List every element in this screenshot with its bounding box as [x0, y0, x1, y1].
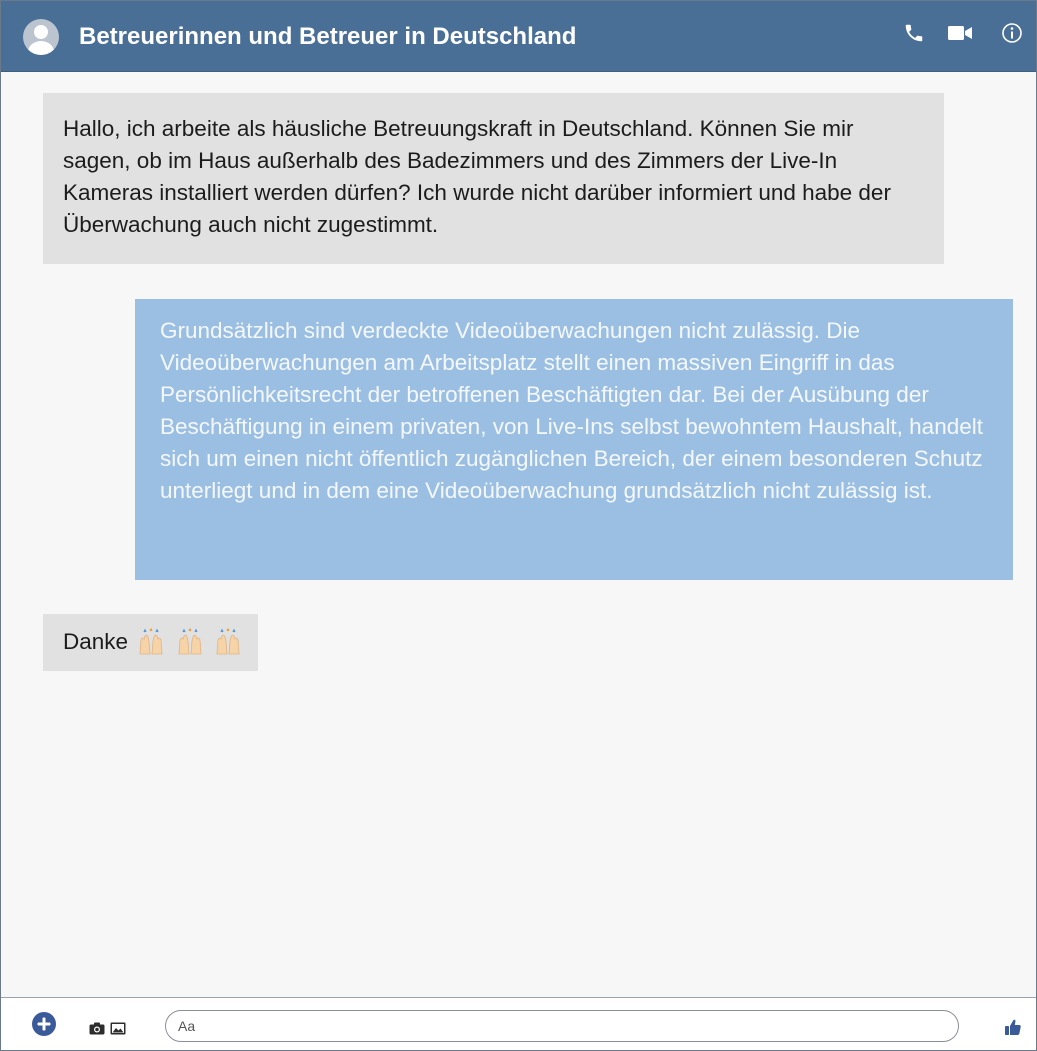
raising-hands-emoji: [178, 628, 202, 655]
plus-icon[interactable]: [31, 1011, 57, 1037]
message-bubble-outgoing: Grundsätzlich sind verdeckte Videoüberwa…: [135, 299, 1013, 580]
info-icon[interactable]: [1001, 22, 1023, 44]
avatar-icon[interactable]: [23, 19, 59, 55]
raising-hands-emoji: [216, 628, 240, 655]
gallery-icon[interactable]: [110, 1021, 126, 1035]
message-input[interactable]: [165, 1010, 959, 1042]
message-bubble-incoming: Hallo, ich arbeite als häusliche Betreuu…: [43, 93, 944, 264]
message-text: Danke: [63, 629, 129, 654]
raising-hands-emoji: [139, 628, 163, 655]
message-text: Hallo, ich arbeite als häusliche Betreuu…: [63, 116, 891, 237]
camera-icon[interactable]: [89, 1022, 105, 1035]
thumbs-up-icon[interactable]: [1004, 1018, 1022, 1036]
chat-window: Betreuerinnen und Betreuer in Deutschlan…: [0, 0, 1037, 1051]
phone-icon[interactable]: [903, 22, 925, 44]
video-icon[interactable]: [947, 24, 973, 42]
chat-title: Betreuerinnen und Betreuer in Deutschlan…: [79, 23, 577, 50]
chat-header: Betreuerinnen und Betreuer in Deutschlan…: [1, 1, 1036, 72]
message-text: Grundsätzlich sind verdeckte Videoüberwa…: [160, 318, 983, 503]
message-bubble-incoming: Danke: [43, 614, 258, 671]
